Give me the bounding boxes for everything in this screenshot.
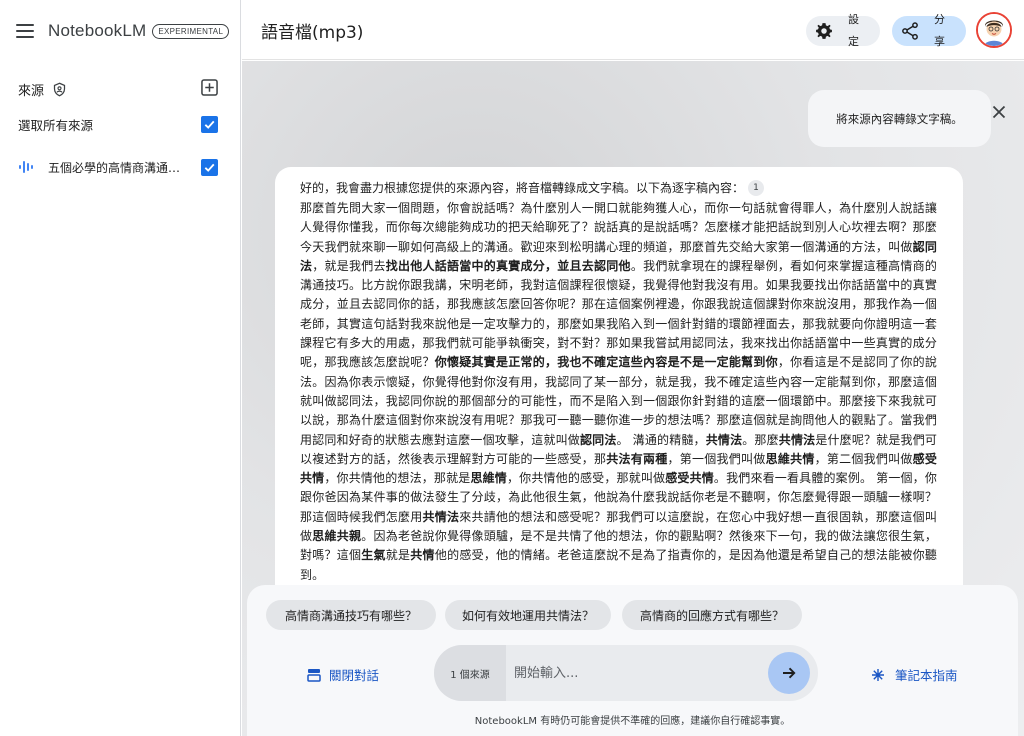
share-icon [902,22,918,40]
select-all-sources-row[interactable]: 選取所有來源 [18,114,218,134]
user-message-text: 將來源內容轉錄文字稿。 [836,111,963,126]
sources-title: 來源 [18,83,45,99]
gear-icon [816,23,832,39]
reply-emphasis: 生氣 [361,548,386,563]
add-source-icon[interactable] [201,79,218,96]
citation-badge[interactable]: 1 [748,180,765,196]
sparkle-icon [872,668,884,681]
source-item-label: 五個必學的高情商溝通技巧 [48,160,190,175]
reply-emphasis: 感受共情 [665,471,714,486]
audio-icon [19,161,33,173]
notebook-guide-button[interactable]: 筆記本指南 [871,665,958,684]
avatar[interactable] [976,12,1012,48]
reply-emphasis: 共情 [410,548,435,563]
reply-text: ，第一個我們叫做 [667,451,766,466]
brand: NotebookLM EXPERIMENTAL [16,18,230,44]
settings-button[interactable]: 設定 [806,13,880,48]
menu-icon[interactable] [16,24,34,38]
reply-text: 。那麼 [742,432,779,447]
sources-sidebar: NotebookLM EXPERIMENTAL 來源 選取所有來源 五個必學的高… [0,0,241,736]
arrow-right-icon [783,667,796,679]
chat-composer: 高情商溝通技巧有哪些？ 如何有效地運用共情法？ 高情商的回應方式有哪些？ 關閉對… [247,585,1018,736]
reply-emphasis: 思維共情 [765,451,815,466]
reply-emphasis: 共法有兩種 [606,451,668,466]
source-item[interactable]: 五個必學的高情商溝通技巧 [18,157,218,177]
reply-intro: 好的，我會盡力根據您提供的來源內容，將音檔轉錄成文字稿。以下為逐字稿內容： 1 [300,179,937,197]
reply-emphasis: 共情法 [422,509,460,524]
share-label: 分享 [934,13,945,48]
sources-header: 來源 [18,78,218,100]
reply-emphasis: 你懷疑其實是正常的，我也不確定這些內容是不是一定能幫到你 [434,355,778,370]
source-count: 1 個來源 [434,645,506,701]
share-button[interactable]: 分享 [892,13,966,48]
user-message: 將來源內容轉錄文字稿。 [808,90,991,147]
notebook-guide-label: 筆記本指南 [895,668,958,683]
app-name: NotebookLM [48,21,147,40]
shield-icon[interactable] [52,81,67,98]
reply-emphasis: 認同法 [579,432,617,447]
settings-label: 設定 [848,13,859,48]
close-icon[interactable] [991,104,1007,120]
reply-body: 那麼首先問大家一個問題，你會說話嗎？為什麼別人一開口就能夠獲人心，而你一句話就會… [300,199,937,585]
notebook-header: 語音檔(mp3) 設定 分享 [242,0,1024,60]
reply-emphasis: 找出他人話語當中的真實成分，並且去認同他 [385,258,631,273]
reply-emphasis: 共情法 [705,432,743,447]
avatar-illustration [978,14,1010,46]
select-all-label: 選取所有來源 [18,117,94,133]
reply-intro-text: 好的，我會盡力根據您提供的來源內容，將音檔轉錄成文字稿。以下為逐字稿內容： [300,181,745,195]
suggestion-chip[interactable]: 高情商溝通技巧有哪些？ [266,600,436,630]
notebook-title[interactable]: 語音檔(mp3) [261,18,363,43]
reply-emphasis: 思維情 [470,471,507,486]
source-checkbox[interactable] [201,158,218,176]
send-button[interactable] [768,652,810,694]
experimental-badge: EXPERIMENTAL [152,23,230,39]
reply-emphasis: 思維共親 [312,529,362,544]
reply-text: 。我們就拿現在的課程舉例，看如何來掌握這種高情商的溝通技巧。比方說你跟我講，宋明… [300,258,937,370]
reply-emphasis: 共情法 [778,432,816,447]
reply-text: ，你共情他的想法，那就是 [324,471,471,486]
disclaimer: NotebookLM 有時仍可能會提供不準確的回應，建議你自行確認事實。 [474,716,791,727]
select-all-checkbox[interactable] [201,115,218,133]
reply-text: 那麼首先問大家一個問題，你會說話嗎？為什麼別人一開口就能夠獲人心，而你一句話就會… [300,201,937,254]
reply-text: ，你共情他的感受，那就叫做 [506,471,666,486]
chat-input-box: 1 個來源 [434,645,818,701]
collapse-chat-icon [307,668,321,682]
check-icon [204,163,215,172]
check-icon [204,120,215,129]
close-chat-label: 關閉對話 [329,668,380,683]
reply-text: ，第二個我們叫做 [814,451,913,466]
assistant-reply: 好的，我會盡力根據您提供的來源內容，將音檔轉錄成文字稿。以下為逐字稿內容： 1 … [275,167,963,637]
suggestion-chip[interactable]: 高情商的回應方式有哪些？ [622,600,802,630]
reply-text: ，就是我們去 [312,258,386,273]
close-chat-button[interactable]: 關閉對話 [307,665,379,684]
suggestion-chip[interactable]: 如何有效地運用共情法？ [445,600,611,630]
reply-text: 就是 [385,548,411,563]
reply-text: 。 溝通的精髓， [616,432,706,447]
chat-input[interactable] [514,661,754,685]
